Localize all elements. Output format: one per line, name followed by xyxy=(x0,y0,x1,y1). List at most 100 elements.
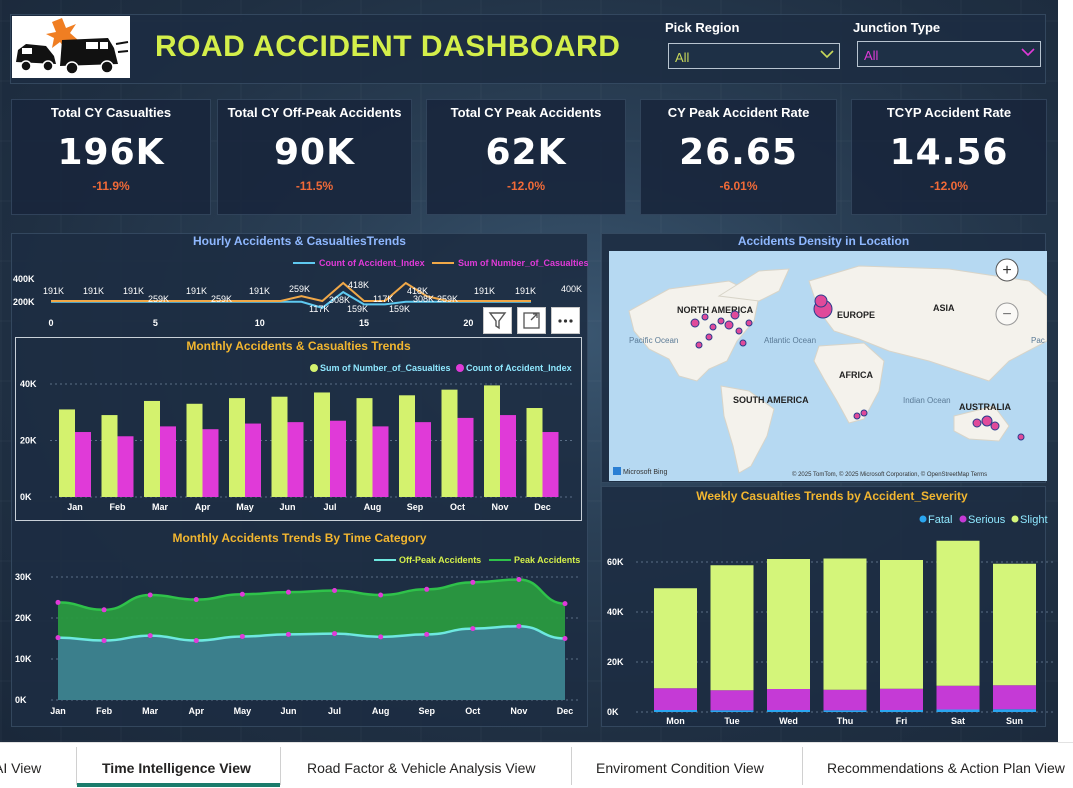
x-tick-label: Aug xyxy=(372,706,390,716)
map-region-label: Pac Oce xyxy=(1031,336,1047,345)
x-tick-label: Tue xyxy=(724,716,739,726)
filter-button[interactable] xyxy=(483,307,512,334)
bar xyxy=(457,417,474,497)
map-region-label: Pacific Ocean xyxy=(629,336,678,345)
y-tick-label: 30K xyxy=(15,572,32,582)
x-tick-label: Mon xyxy=(666,716,685,726)
bar xyxy=(314,392,330,497)
density-bubble xyxy=(724,320,734,330)
density-bubble xyxy=(701,313,709,321)
x-tick-label: Apr xyxy=(189,706,205,716)
bar xyxy=(330,420,346,497)
stacked-bar-segment xyxy=(710,690,754,711)
zoom-out-icon: − xyxy=(1002,306,1011,323)
legend-swatch xyxy=(959,515,967,523)
x-tick-label: Jun xyxy=(279,502,295,512)
map-region-label: AFRICA xyxy=(839,370,873,380)
stacked-bar-segment xyxy=(767,710,810,712)
data-point xyxy=(470,579,476,585)
kpi-change: -6.01% xyxy=(719,179,758,193)
legend-label: Off-Peak Accidents xyxy=(399,555,481,565)
y-tick-label: 200K xyxy=(13,297,35,307)
map-region-label: AUSTRALIA xyxy=(959,402,1011,412)
zoom-in-icon: + xyxy=(1002,262,1011,279)
data-point xyxy=(562,601,568,607)
density-bubble xyxy=(745,319,753,327)
data-point xyxy=(55,635,61,641)
legend-swatch xyxy=(310,364,318,372)
kpi-title: CY Peak Accident Rate xyxy=(667,105,810,120)
expand-icon xyxy=(523,312,540,329)
x-tick-label: 10 xyxy=(255,318,265,328)
kpi-change: -12.0% xyxy=(506,179,546,193)
hourly-chart-title: Hourly Accidents & CasualtiesTrends xyxy=(193,234,406,248)
stacked-bar-segment xyxy=(654,588,697,689)
x-tick-label: Nov xyxy=(510,706,527,716)
weekly-stacked-bar-chart[interactable]: Fatal Serious Slight 60K 40K 20K 0K Mon Tue Wed Th… xyxy=(601,507,1056,727)
car-crash-logo-icon xyxy=(16,18,129,75)
tab-environment[interactable]: Enviroment Condition View xyxy=(596,743,764,788)
tab-separator xyxy=(571,747,572,785)
junction-dropdown[interactable]: All xyxy=(857,41,1041,67)
x-tick-label: May xyxy=(236,502,254,512)
region-filter-label: Pick Region xyxy=(665,20,740,35)
x-tick-label: Jul xyxy=(328,706,341,716)
density-bubble xyxy=(705,333,713,341)
x-tick-label: Wed xyxy=(779,716,798,726)
stacked-bar-segment xyxy=(993,685,1036,710)
page-title: ROAD ACCIDENT DASHBOARD xyxy=(155,30,621,63)
tab-label: Enviroment Condition View xyxy=(596,760,764,776)
x-tick-label: Aug xyxy=(364,502,382,512)
data-point xyxy=(239,633,245,639)
bar xyxy=(202,429,219,497)
tab-ai-view[interactable]: AI View xyxy=(0,743,41,788)
map-brand-label: Microsoft Bing xyxy=(623,469,667,476)
kpi-card-offpeak: Total CY Off-Peak Accidents 90K -11.5% xyxy=(217,99,412,215)
more-options-button[interactable] xyxy=(551,307,580,334)
tab-separator xyxy=(802,747,803,785)
focus-mode-button[interactable] xyxy=(517,307,546,334)
x-tick-label: 15 xyxy=(359,318,369,328)
time-category-area-chart[interactable]: Off-Peak Accidents Peak Accidents 30K 20K 10… xyxy=(11,549,588,725)
bar xyxy=(160,426,176,497)
y-tick-label: 20K xyxy=(20,436,37,446)
density-bubble xyxy=(860,409,868,417)
stacked-bar-segment xyxy=(936,685,980,710)
map-attribution: © 2025 TomTom, © 2025 Microsoft Corporat… xyxy=(792,471,987,478)
tab-road-factor[interactable]: Road Factor & Vehicle Analysis View xyxy=(307,743,536,788)
legend-swatch xyxy=(1011,515,1019,523)
tab-label: AI View xyxy=(0,760,42,776)
density-bubble xyxy=(981,415,993,427)
tab-recommendations[interactable]: Recommendations & Action Plan View xyxy=(827,743,1065,788)
monthly-bar-chart[interactable]: Sum of Number_of_Casualties Count of Acci… xyxy=(15,355,582,519)
accident-density-map[interactable]: NORTH AMERICA EUROPE ASIA AFRICA SOUTH AMERI… xyxy=(609,251,1047,481)
legend-swatch xyxy=(456,364,464,372)
stacked-bar-segment xyxy=(823,710,867,712)
junction-filter-label: Junction Type xyxy=(853,20,941,35)
stacked-bar-segment xyxy=(767,559,810,689)
legend-label: Count of Accident_Index xyxy=(319,258,425,268)
legend-label: Sum of Number_of_Casualties xyxy=(320,363,451,373)
data-point xyxy=(285,589,291,595)
legend-label: Sum of Number_of_Casualties xyxy=(458,258,588,268)
junction-dropdown-value: All xyxy=(864,48,879,63)
legend-swatch xyxy=(919,515,927,523)
bar xyxy=(484,385,500,497)
region-dropdown[interactable]: All xyxy=(668,43,840,69)
tab-time-intelligence[interactable]: Time Intelligence View xyxy=(102,743,251,788)
data-label: 191K xyxy=(83,286,104,296)
bar xyxy=(356,398,373,497)
stacked-bar-segment xyxy=(880,688,923,710)
bar xyxy=(186,403,203,497)
bar xyxy=(229,398,245,497)
density-bubble xyxy=(853,412,861,420)
x-tick-label: Fri xyxy=(896,716,908,726)
data-point xyxy=(424,586,430,592)
filter-icon xyxy=(488,312,507,330)
stacked-bar-segment xyxy=(936,540,980,686)
time-category-chart-title: Monthly Accidents Trends By Time Categor… xyxy=(172,531,427,545)
legend-label: Fatal xyxy=(928,514,952,526)
data-label: 191K xyxy=(515,286,536,296)
density-bubble xyxy=(739,339,747,347)
kpi-value: 196K xyxy=(57,132,165,173)
